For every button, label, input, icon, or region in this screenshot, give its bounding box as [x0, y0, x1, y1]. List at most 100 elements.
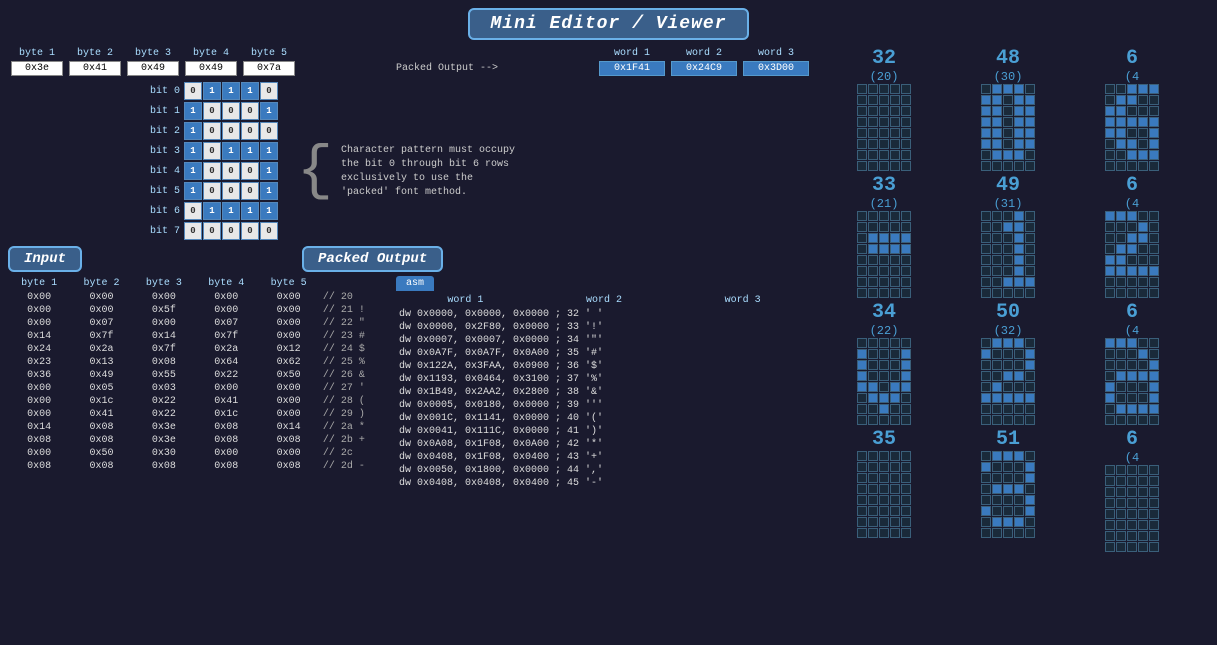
bit-cell[interactable]: 1: [184, 182, 202, 200]
bit-cell[interactable]: 0: [241, 222, 259, 240]
table-cell: 0x08: [258, 460, 320, 473]
char-block-sublabel: (4: [1125, 197, 1139, 211]
char-pixel: [1003, 117, 1013, 127]
bit-cell[interactable]: 0: [203, 222, 221, 240]
char-pixel: [992, 117, 1002, 127]
bit-cell[interactable]: 1: [184, 142, 202, 160]
char-pixel: [901, 473, 911, 483]
bit-cell[interactable]: 1: [184, 102, 202, 120]
bit-cell[interactable]: 1: [260, 162, 278, 180]
byte4-input[interactable]: [185, 61, 237, 76]
bit-cell[interactable]: 0: [184, 202, 202, 220]
bit-cell[interactable]: 0: [222, 182, 240, 200]
char-block-sublabel: (31): [994, 197, 1023, 211]
bit-cell[interactable]: 1: [203, 82, 221, 100]
bit-cell[interactable]: 0: [241, 182, 259, 200]
char-pixel: [879, 288, 889, 298]
word1-input[interactable]: [599, 61, 665, 76]
input-label: Input: [8, 246, 82, 272]
table-cell: 0x22: [195, 369, 257, 382]
char-pixel: [1014, 393, 1024, 403]
table-row: 0x000x410x220x1c0x00// 29 ): [8, 408, 388, 421]
asm-tab[interactable]: asm: [396, 276, 434, 291]
word3-input[interactable]: [743, 61, 809, 76]
char-pixel: [1003, 84, 1013, 94]
char-pixel: [879, 95, 889, 105]
bit-cell[interactable]: 0: [222, 122, 240, 140]
table-cell: // 2a *: [320, 421, 388, 434]
bit-cell[interactable]: 0: [203, 142, 221, 160]
char-pixel-grid: [857, 338, 911, 425]
char-pixel: [1138, 211, 1148, 221]
char-pixel: [1149, 393, 1159, 403]
table-row: 0x140x080x3e0x080x14// 2a *: [8, 421, 388, 434]
bit-cell[interactable]: 1: [260, 182, 278, 200]
char-pixel: [1138, 509, 1148, 519]
char-pixel: [1014, 233, 1024, 243]
char-pixel: [1003, 528, 1013, 538]
bit-cell[interactable]: 0: [241, 102, 259, 120]
bit-cell[interactable]: 0: [222, 222, 240, 240]
bit-cell[interactable]: 1: [222, 202, 240, 220]
bit-cell[interactable]: 1: [260, 102, 278, 120]
char-pixel: [1116, 106, 1126, 116]
bit-cell[interactable]: 1: [184, 122, 202, 140]
char-pixel: [981, 371, 991, 381]
char-block-label: 35: [872, 429, 896, 451]
char-pixel: [1116, 531, 1126, 541]
table-cell: 0x00: [195, 291, 257, 304]
bit-cell[interactable]: 0: [203, 122, 221, 140]
bit-cell[interactable]: 1: [241, 142, 259, 160]
char-pixel: [1014, 117, 1024, 127]
char-pixel: [1138, 139, 1148, 149]
char-pixel: [992, 506, 1002, 516]
char-pixel: [901, 233, 911, 243]
bit-cell[interactable]: 0: [222, 102, 240, 120]
bit-cell[interactable]: 0: [222, 162, 240, 180]
bit-cell[interactable]: 1: [260, 202, 278, 220]
byte5-input[interactable]: [243, 61, 295, 76]
bit-cell[interactable]: 1: [222, 82, 240, 100]
word2-input[interactable]: [671, 61, 737, 76]
bit-cell[interactable]: 0: [184, 82, 202, 100]
char-pixel: [1138, 117, 1148, 127]
bit-cell[interactable]: 0: [241, 162, 259, 180]
bit-cell[interactable]: 0: [203, 102, 221, 120]
char-pixel: [857, 495, 867, 505]
bit-cell[interactable]: 0: [203, 182, 221, 200]
bit-cell[interactable]: 1: [260, 142, 278, 160]
output-row-text: dw 0x122A, 0x3FAA, 0x0900 ; 36 '$': [396, 360, 812, 373]
char-pixel: [981, 528, 991, 538]
char-pixel: [857, 139, 867, 149]
char-pixel: [901, 371, 911, 381]
char-pixel: [1116, 128, 1126, 138]
bit-cell[interactable]: 1: [184, 162, 202, 180]
char-block-label: 6: [1126, 175, 1138, 197]
char-pixel: [890, 84, 900, 94]
bit-cell[interactable]: 0: [184, 222, 202, 240]
char-pixel: [890, 528, 900, 538]
bit-cell[interactable]: 1: [241, 202, 259, 220]
bit-cell[interactable]: 0: [203, 162, 221, 180]
bit-cell[interactable]: 1: [241, 82, 259, 100]
bit-cell[interactable]: 0: [241, 122, 259, 140]
char-block: 32(20): [824, 48, 944, 171]
bit-cell[interactable]: 0: [260, 82, 278, 100]
char-pixel: [868, 404, 878, 414]
bit-cell[interactable]: 0: [260, 222, 278, 240]
byte3-input[interactable]: [127, 61, 179, 76]
char-block-sublabel: (21): [870, 197, 899, 211]
bit-row: bit 700000: [148, 222, 279, 240]
char-pixel: [1127, 349, 1137, 359]
byte2-input[interactable]: [69, 61, 121, 76]
char-pixel: [1014, 506, 1024, 516]
bit-cell[interactable]: 0: [260, 122, 278, 140]
table-cell: 0x7f: [70, 330, 132, 343]
table-row: dw 0x0000, 0x2F80, 0x0000 ; 33 '!': [396, 321, 812, 334]
char-pixel: [992, 349, 1002, 359]
bit-cell[interactable]: 1: [203, 202, 221, 220]
bit-cell[interactable]: 1: [222, 142, 240, 160]
char-pixel: [1138, 476, 1148, 486]
char-pixel: [1025, 95, 1035, 105]
byte1-input[interactable]: [11, 61, 63, 76]
